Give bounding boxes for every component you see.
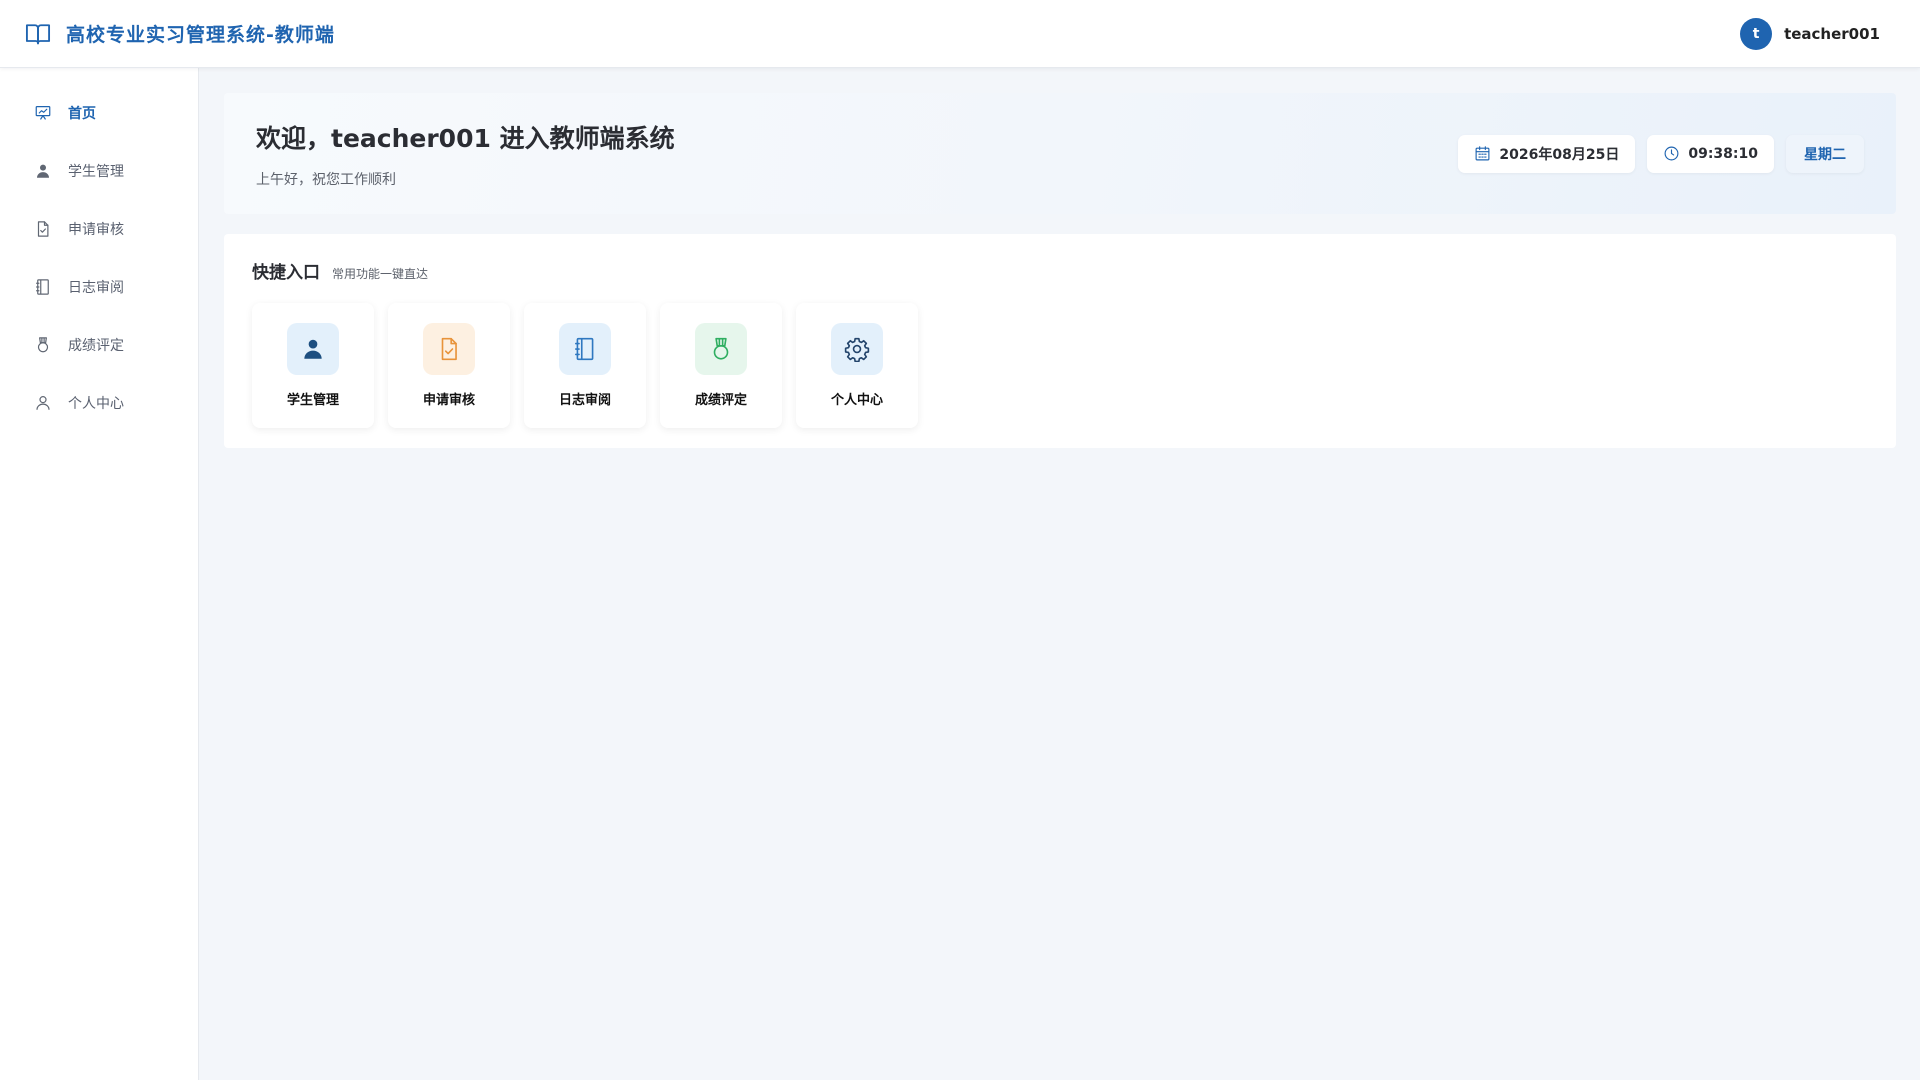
date-time-chips: 2026年08月25日 09:38:10 星期二 [1458,134,1864,173]
medal-icon [695,323,747,375]
date-chip: 2026年08月25日 [1458,134,1636,173]
user-menu[interactable]: t teacher001 [1740,17,1880,50]
sidebar-item-label: 日志审阅 [68,280,124,296]
sidebar-item-grading[interactable]: 成绩评定 [0,316,198,374]
quick-card-profile[interactable]: 个人中心 [796,303,918,428]
sidebar-item-label: 首页 [68,106,96,122]
sidebar-item-students[interactable]: 学生管理 [0,142,198,200]
weekday-text: 星期二 [1804,146,1846,163]
user-icon [34,162,52,180]
quick-entry-subtitle: 常用功能一键直达 [332,267,429,281]
sidebar-item-profile[interactable]: 个人中心 [0,374,198,432]
app-title: 高校专业实习管理系统-教师端 [66,24,335,46]
sidebar-item-label: 个人中心 [68,396,124,412]
quick-entry-cards: 学生管理 申请审核 日志审阅 成绩评定 个人中心 [252,303,1868,428]
notebook-icon [34,278,52,296]
clock-icon [1663,145,1680,162]
medal-icon [34,336,52,354]
welcome-subtitle: 上午好，祝您工作顺利 [256,171,396,188]
quick-entry-header: 快捷入口 常用功能一键直达 [252,258,1868,283]
quick-card-label: 申请审核 [422,393,475,408]
welcome-banner: 欢迎，teacher001 进入教师端系统 上午好，祝您工作顺利 2026年08… [224,93,1896,214]
sidebar-item-label: 学生管理 [68,164,124,180]
sidebar: 首页 学生管理 申请审核 日志审阅 成绩评定 个人中心 [0,68,199,1080]
quick-card-label: 成绩评定 [694,393,747,408]
document-check-icon [423,323,475,375]
notebook-icon [559,323,611,375]
sidebar-item-log-review[interactable]: 日志审阅 [0,258,198,316]
quick-card-label: 个人中心 [830,393,883,408]
quick-entry-panel: 快捷入口 常用功能一键直达 学生管理 申请审核 日志审阅 成绩评定 个人中心 [224,234,1896,448]
user-icon [287,323,339,375]
main-content: 欢迎，teacher001 进入教师端系统 上午好，祝您工作顺利 2026年08… [224,93,1896,448]
time-text: 09:38:10 [1688,145,1758,162]
quick-entry-title: 快捷入口 [252,263,320,283]
sidebar-item-home[interactable]: 首页 [0,84,198,142]
quick-card-application-review[interactable]: 申请审核 [388,303,510,428]
username: teacher001 [1784,24,1880,43]
book-open-icon [24,20,52,48]
quick-card-label: 学生管理 [286,393,339,408]
time-chip: 09:38:10 [1647,134,1774,173]
welcome-title: 欢迎，teacher001 进入教师端系统 [256,123,675,153]
quick-card-log-review[interactable]: 日志审阅 [524,303,646,428]
dashboard-icon [34,104,52,122]
sidebar-item-application-review[interactable]: 申请审核 [0,200,198,258]
weekday-chip: 星期二 [1786,134,1864,173]
sidebar-item-label: 申请审核 [68,222,124,238]
quick-card-grading[interactable]: 成绩评定 [660,303,782,428]
welcome-text: 欢迎，teacher001 进入教师端系统 上午好，祝您工作顺利 [256,119,675,189]
calendar-icon [1474,145,1491,162]
quick-card-students[interactable]: 学生管理 [252,303,374,428]
user-outline-icon [34,394,52,412]
brand[interactable]: 高校专业实习管理系统-教师端 [24,20,335,48]
sidebar-item-label: 成绩评定 [68,338,124,354]
avatar: t [1740,17,1773,50]
date-text: 2026年08月25日 [1499,146,1620,163]
gear-icon [831,323,883,375]
quick-card-label: 日志审阅 [558,393,611,408]
top-header: 高校专业实习管理系统-教师端 t teacher001 [0,0,1920,68]
document-check-icon [34,220,52,238]
